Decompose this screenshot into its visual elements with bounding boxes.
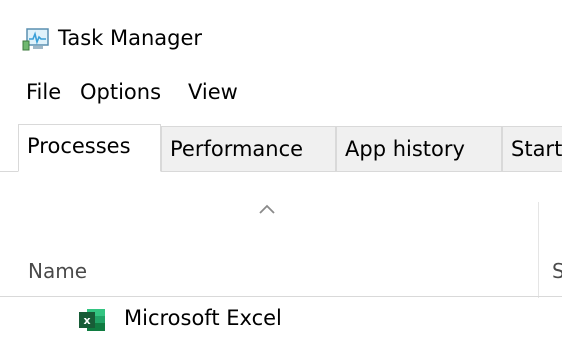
tab-performance-label: Performance bbox=[170, 137, 304, 161]
tab-app-history[interactable]: App history bbox=[336, 126, 502, 171]
column-status-header[interactable]: S bbox=[552, 257, 562, 285]
tab-performance[interactable]: Performance bbox=[161, 126, 336, 171]
svg-text:x: x bbox=[83, 314, 90, 327]
menu-file[interactable]: File bbox=[26, 78, 61, 106]
sort-ascending-icon[interactable] bbox=[258, 200, 276, 214]
column-name-header[interactable]: Name bbox=[28, 257, 87, 285]
process-row[interactable]: x Microsoft Excel bbox=[0, 300, 562, 337]
tab-app-history-label: App history bbox=[345, 137, 465, 161]
tab-strip: Processes Performance App history Start bbox=[0, 124, 562, 172]
tab-processes-label: Processes bbox=[27, 134, 131, 158]
window-title: Task Manager bbox=[58, 26, 203, 50]
task-manager-icon bbox=[22, 28, 50, 52]
column-divider[interactable] bbox=[538, 202, 539, 298]
tab-startup[interactable]: Start bbox=[502, 126, 562, 171]
tab-processes[interactable]: Processes bbox=[18, 124, 161, 172]
process-name: Microsoft Excel bbox=[124, 306, 282, 330]
menu-bar: File Options View bbox=[0, 74, 562, 110]
task-manager-window: Task Manager File Options View Processes… bbox=[0, 0, 562, 337]
menu-view[interactable]: View bbox=[188, 78, 238, 106]
menu-options[interactable]: Options bbox=[80, 78, 161, 106]
header-bottom-border bbox=[0, 296, 562, 297]
tab-startup-label: Start bbox=[511, 137, 562, 161]
column-header: Name S bbox=[0, 172, 562, 300]
title-bar: Task Manager bbox=[0, 0, 562, 70]
excel-icon: x bbox=[78, 307, 106, 333]
